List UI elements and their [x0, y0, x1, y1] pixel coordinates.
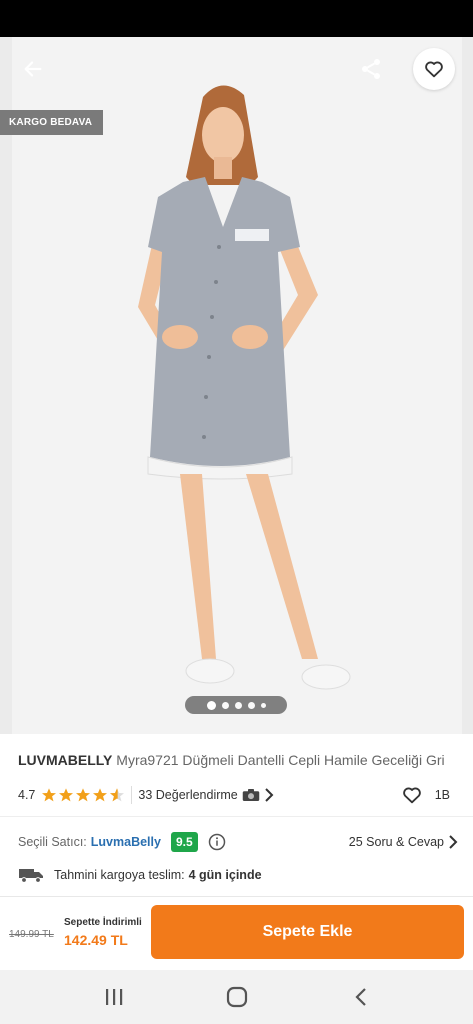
heart-icon: [425, 61, 443, 78]
recent-apps-button[interactable]: [94, 982, 134, 1012]
rating-row: 4.7 33 Değerlendirme 1B: [18, 784, 458, 806]
product-photo: [0, 37, 473, 734]
arrow-left-icon: [24, 61, 42, 77]
recent-apps-icon: [106, 989, 123, 1005]
system-back-button[interactable]: [341, 982, 381, 1012]
old-price: 149.99 TL: [9, 929, 54, 940]
camera-icon: [242, 788, 260, 802]
system-nav-bar: [0, 970, 473, 1024]
share-button[interactable]: [354, 52, 388, 86]
seller-score-badge: 9.5: [170, 832, 198, 852]
chevron-right-icon[interactable]: [264, 788, 274, 802]
star-icon: [59, 788, 74, 802]
like-count: 1B: [434, 788, 450, 802]
status-bar: [0, 0, 473, 37]
product-title: LUVMABELLY Myra9721 Düğmeli Dantelli Cep…: [18, 752, 463, 768]
delivery-label: Tahmini kargoya teslim:: [54, 868, 185, 882]
pager-dot[interactable]: [260, 702, 266, 708]
seller-label: Seçili Satıcı:: [18, 835, 87, 849]
product-name: Myra9721 Düğmeli Dantelli Cepli Hamile G…: [116, 752, 445, 768]
questions-answers-link[interactable]: 25 Soru & Cevap: [349, 830, 458, 854]
rating-stars: [41, 787, 125, 803]
truck-icon: [18, 867, 44, 883]
rating-separator: [131, 786, 133, 804]
pager-dot[interactable]: [221, 701, 229, 709]
product-image-gallery[interactable]: [0, 37, 473, 734]
favorite-button[interactable]: [413, 48, 455, 90]
share-icon: [362, 59, 380, 79]
home-icon: [226, 986, 248, 1008]
discounted-price: 142.49 TL: [64, 932, 128, 948]
star-icon: [93, 788, 108, 802]
delivery-value: 4 gün içinde: [188, 868, 262, 882]
seller-link[interactable]: LuvmaBelly: [91, 835, 161, 849]
divider: [0, 816, 473, 817]
like-counter[interactable]: 1B: [401, 784, 450, 806]
heart-icon[interactable]: [401, 784, 423, 806]
info-icon[interactable]: [208, 833, 226, 851]
star-icon: [76, 788, 91, 802]
free-shipping-badge: KARGO BEDAVA: [0, 110, 103, 135]
pager-dot[interactable]: [247, 701, 255, 709]
brand-name[interactable]: LUVMABELLY: [18, 752, 112, 768]
add-to-cart-button[interactable]: Sepete Ekle: [151, 905, 464, 959]
back-button[interactable]: [16, 52, 50, 86]
chevron-right-icon: [449, 835, 458, 849]
home-button[interactable]: [217, 982, 257, 1012]
basket-discount-label: Sepette İndirimli: [64, 917, 142, 928]
half-star-icon: [110, 788, 125, 802]
image-pager[interactable]: [185, 696, 287, 714]
review-count-link[interactable]: 33 Değerlendirme: [138, 788, 237, 802]
rating-value: 4.7: [18, 788, 36, 802]
pager-dot[interactable]: [234, 701, 242, 709]
delivery-row: Tahmini kargoya teslim: 4 gün içinde: [18, 864, 262, 886]
questions-answers-label: 25 Soru & Cevap: [348, 835, 444, 849]
back-nav-icon: [355, 988, 366, 1006]
seller-row: Seçili Satıcı: LuvmaBelly 9.5 25 Soru & …: [18, 830, 458, 854]
star-icon: [42, 788, 57, 802]
pager-dot-active[interactable]: [206, 700, 216, 710]
